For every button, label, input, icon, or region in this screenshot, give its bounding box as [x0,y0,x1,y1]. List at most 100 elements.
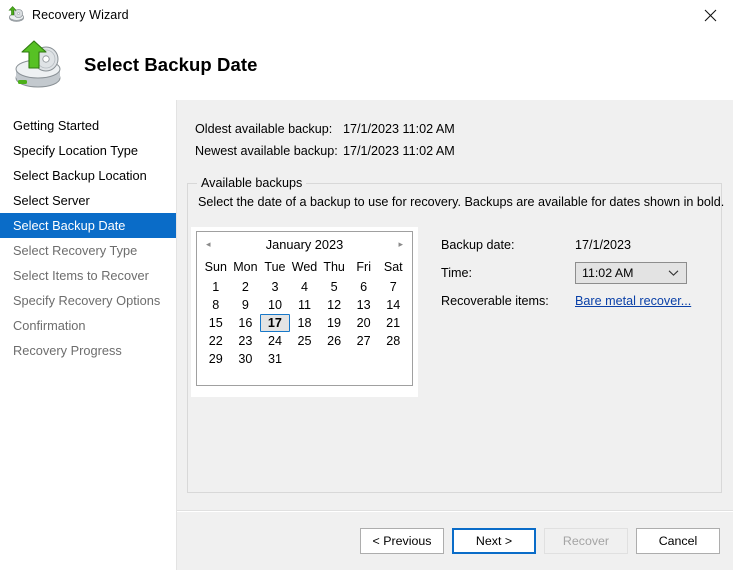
time-label: Time: [441,266,575,280]
recoverable-items-label: Recoverable items: [441,294,575,308]
time-select[interactable]: 11:02 AM [575,262,687,284]
day-cell[interactable]: 16 [231,314,261,332]
sidebar-item-select-backup-location[interactable]: Select Backup Location [0,163,176,188]
sidebar-item-getting-started[interactable]: Getting Started [0,113,176,138]
chevron-right-icon[interactable]: ▸ [398,240,403,249]
window-title: Recovery Wizard [32,8,129,22]
day-cell[interactable]: 18 [290,314,320,332]
calendar-month-label: January 2023 [266,237,344,252]
recoverable-items-link[interactable]: Bare metal recover... [575,294,691,308]
wizard-body: Getting Started Specify Location Type Se… [0,100,733,570]
wizard-content-pane: Oldest available backup: 17/1/2023 11:02… [177,100,733,570]
day-cell[interactable]: 1 [201,278,231,296]
recover-button: Recover [544,528,628,554]
time-row: Time: 11:02 AM [441,259,701,287]
available-backups-group: Available backups Select the date of a b… [187,183,722,493]
day-cell[interactable]: 26 [319,332,349,350]
chevron-left-icon[interactable]: ◂ [206,240,211,249]
wizard-steps-sidebar: Getting Started Specify Location Type Se… [0,100,177,570]
day-cell-empty [349,350,379,368]
sidebar-item-select-items-to-recover[interactable]: Select Items to Recover [0,263,176,288]
weekday-sat: Sat [378,257,408,278]
oldest-backup-value: 17/1/2023 11:02 AM [343,122,455,136]
oldest-backup-label: Oldest available backup: [195,122,343,136]
backup-date-row: Backup date: 17/1/2023 [441,231,701,259]
calendar-header: ◂ January 2023 ▸ [197,232,412,257]
chevron-down-icon [668,267,679,279]
day-cell[interactable]: 28 [378,332,408,350]
title-bar: Recovery Wizard [0,0,733,30]
day-cell-empty [319,350,349,368]
wizard-footer: < Previous Next > Recover Cancel [177,512,733,570]
weekday-wed: Wed [290,257,320,278]
day-cell[interactable]: 14 [378,296,408,314]
newest-backup-value: 17/1/2023 11:02 AM [343,144,455,158]
day-cell[interactable]: 30 [231,350,261,368]
weekday-fri: Fri [349,257,379,278]
oldest-backup-row: Oldest available backup: 17/1/2023 11:02… [195,118,733,140]
page-title: Select Backup Date [84,54,258,76]
day-cell[interactable]: 10 [260,296,290,314]
calendar-weekday-row: Sun Mon Tue Wed Thu Fri Sat [201,257,408,278]
backup-summary: Oldest available backup: 17/1/2023 11:02… [177,100,733,162]
sidebar-item-confirmation[interactable]: Confirmation [0,313,176,338]
time-select-value: 11:02 AM [582,266,633,280]
day-cell[interactable]: 9 [231,296,261,314]
close-icon[interactable] [688,0,733,30]
backup-date-value: 17/1/2023 [575,238,631,252]
sidebar-item-specify-location-type[interactable]: Specify Location Type [0,138,176,163]
backup-date-calendar[interactable]: ◂ January 2023 ▸ Sun Mon Tue Wed Thu Fri… [196,231,413,386]
day-cell[interactable]: 6 [349,278,379,296]
calendar-week-row: 29 30 31 [201,350,408,368]
calendar-week-row: 8 9 10 11 12 13 14 [201,296,408,314]
day-cell[interactable]: 20 [349,314,379,332]
backup-detail-fields: Backup date: 17/1/2023 Time: 11:02 AM [441,231,701,315]
day-cell[interactable]: 13 [349,296,379,314]
sidebar-item-select-server[interactable]: Select Server [0,188,176,213]
day-cell-selected[interactable]: 17 [260,314,290,332]
sidebar-item-select-recovery-type[interactable]: Select Recovery Type [0,238,176,263]
recoverable-items-row: Recoverable items: Bare metal recover... [441,287,701,315]
calendar-week-row: 22 23 24 25 26 27 28 [201,332,408,350]
day-cell[interactable]: 11 [290,296,320,314]
backup-restore-disk-icon [12,40,68,90]
weekday-tue: Tue [260,257,290,278]
weekday-thu: Thu [319,257,349,278]
available-backups-legend: Available backups [197,176,306,190]
weekday-mon: Mon [231,257,261,278]
day-cell[interactable]: 21 [378,314,408,332]
day-cell[interactable]: 23 [231,332,261,350]
day-cell[interactable]: 24 [260,332,290,350]
day-cell[interactable]: 2 [231,278,261,296]
newest-backup-label: Newest available backup: [195,144,343,158]
day-cell[interactable]: 4 [290,278,320,296]
day-cell[interactable]: 8 [201,296,231,314]
day-cell[interactable]: 7 [378,278,408,296]
calendar-frame: ◂ January 2023 ▸ Sun Mon Tue Wed Thu Fri… [191,227,418,397]
day-cell-empty [378,350,408,368]
day-cell[interactable]: 12 [319,296,349,314]
day-cell[interactable]: 31 [260,350,290,368]
day-cell[interactable]: 27 [349,332,379,350]
recovery-disk-icon [7,6,25,24]
calendar-grid: Sun Mon Tue Wed Thu Fri Sat 1 2 3 [197,257,412,368]
available-backups-description: Select the date of a backup to use for r… [198,195,724,209]
day-cell[interactable]: 19 [319,314,349,332]
day-cell[interactable]: 29 [201,350,231,368]
day-cell[interactable]: 3 [260,278,290,296]
backup-date-label: Backup date: [441,238,575,252]
day-cell-empty [290,350,320,368]
sidebar-item-recovery-progress[interactable]: Recovery Progress [0,338,176,363]
day-cell[interactable]: 5 [319,278,349,296]
newest-backup-row: Newest available backup: 17/1/2023 11:02… [195,140,733,162]
cancel-button[interactable]: Cancel [636,528,720,554]
sidebar-item-specify-recovery-options[interactable]: Specify Recovery Options [0,288,176,313]
previous-button[interactable]: < Previous [360,528,444,554]
sidebar-item-select-backup-date[interactable]: Select Backup Date [0,213,176,238]
day-cell[interactable]: 15 [201,314,231,332]
page-header: Select Backup Date [0,30,733,100]
day-cell[interactable]: 25 [290,332,320,350]
day-cell[interactable]: 22 [201,332,231,350]
next-button[interactable]: Next > [452,528,536,554]
calendar-week-row: 1 2 3 4 5 6 7 [201,278,408,296]
